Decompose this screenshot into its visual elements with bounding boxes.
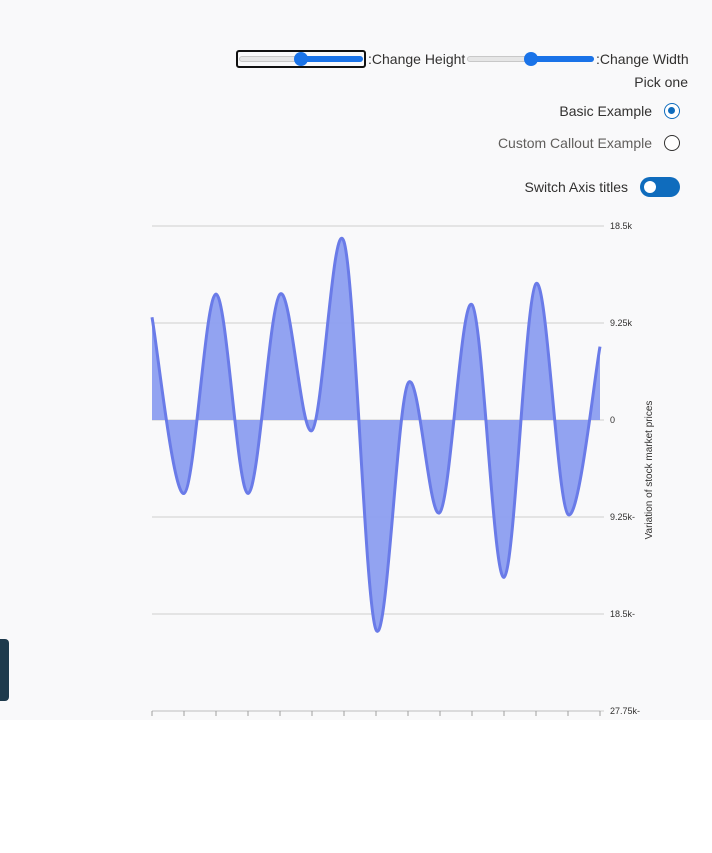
- y-tick-label: 18.5k: [610, 221, 633, 231]
- chart-panel: :Change Height :Change Width Pick one Ba…: [0, 0, 712, 720]
- y-axis-title: Variation of stock market prices: [644, 401, 655, 540]
- y-tick-label: 18.5k-: [610, 609, 635, 619]
- x-axis: [151, 710, 601, 716]
- y-axis: 18.5k 9.25k 0 9.25k- 18.5k- 27.75k-: [610, 221, 640, 716]
- y-tick-label: 27.75k-: [610, 706, 640, 716]
- y-tick-label: 9.25k: [610, 318, 633, 328]
- area-chart: 18.5k 9.25k 0 9.25k- 18.5k- 27.75k- Variation…: [150, 221, 655, 716]
- side-panel-tab[interactable]: [0, 639, 9, 701]
- y-tick-label: 9.25k-: [610, 512, 635, 522]
- y-tick-label: 0: [610, 415, 615, 425]
